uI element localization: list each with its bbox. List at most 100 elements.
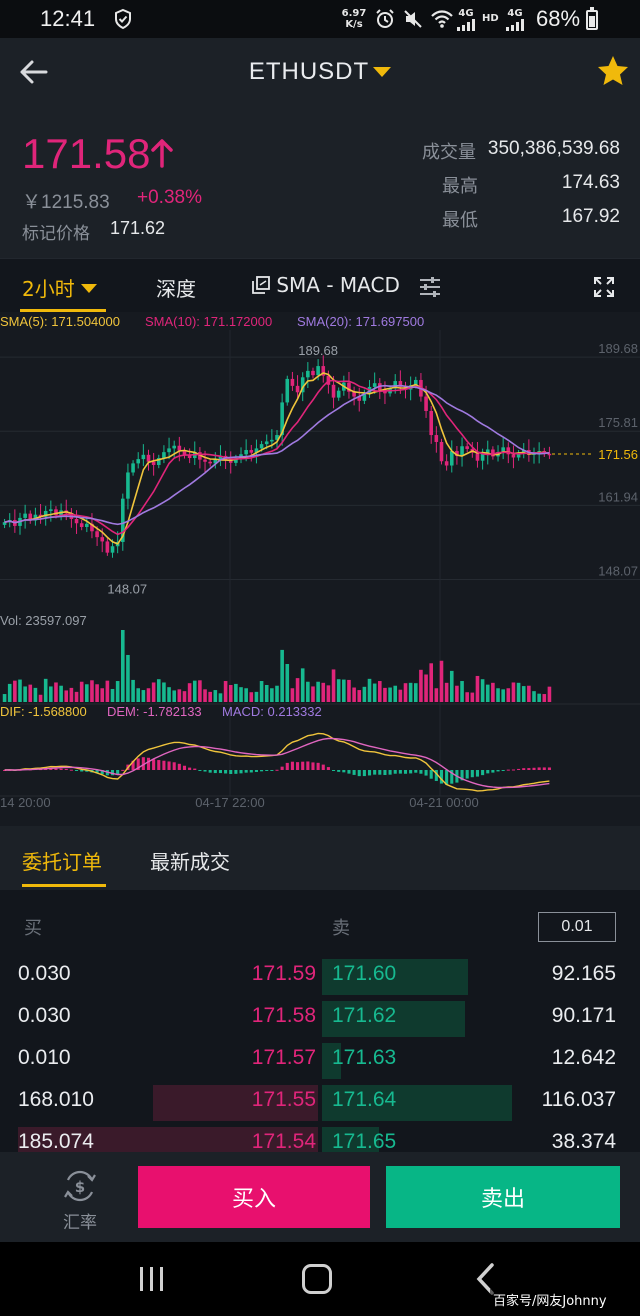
orderbook-row[interactable]: 0.010 171.57 171.63 12.642 [0, 1040, 640, 1080]
interval-label[interactable]: 2小时 [22, 277, 75, 301]
ticker-panel: 171.58 ￥1215.83 +0.38% 标记价格 171.62 成交量 3… [0, 108, 640, 258]
price-chart[interactable]: 189.68 175.81 161.94 148.07 171.56 189.68 148.… [0, 312, 640, 826]
macd-histogram-bar [326, 767, 330, 770]
tab-depth[interactable]: 深度 [156, 273, 196, 302]
ma-legend-sma5: SMA(5): 171.504000 [0, 314, 120, 329]
fullscreen-icon[interactable] [592, 275, 616, 303]
volume-bar [59, 685, 63, 702]
volume-bar [126, 654, 130, 702]
volume-bar [74, 691, 79, 702]
volume-bar [249, 692, 254, 702]
tab-open-orders[interactable]: 委托订单 [22, 846, 102, 875]
bid-price: 171.55 [251, 1088, 316, 1111]
volume-bar [177, 689, 182, 702]
macd-histogram-bar [54, 768, 58, 770]
ask-header: 卖 [332, 918, 350, 939]
volume-bar [7, 683, 12, 702]
home-icon[interactable] [302, 1264, 332, 1294]
shield-check-icon [112, 8, 134, 35]
macd-histogram-bar [177, 763, 181, 770]
chevron-down-icon[interactable] [80, 284, 97, 293]
orderbook-row[interactable]: 0.030 171.59 171.60 92.165 [0, 956, 640, 996]
candle-body [110, 546, 115, 553]
macd-histogram-bar [491, 770, 495, 773]
volume-bar [501, 689, 505, 702]
macd-histogram-bar [234, 770, 238, 774]
bid-amount: 185.074 [18, 1130, 94, 1152]
low-marker: 148.07 [107, 582, 147, 597]
clock: 12:41 [40, 6, 96, 31]
macd-histogram-bar [388, 770, 392, 775]
recent-apps-icon[interactable] [138, 1266, 166, 1292]
volume-bar [69, 687, 74, 702]
sliders-icon[interactable] [418, 275, 442, 303]
candle-body [331, 384, 336, 398]
macd-histogram-bar [254, 770, 258, 772]
volume-bar [424, 674, 428, 702]
cny-price: ￥1215.83 [22, 192, 110, 213]
indicator-label[interactable]: SMA - MACD [276, 273, 400, 297]
macd-histogram-bar [193, 768, 197, 770]
volume-bar [275, 685, 279, 702]
macd-histogram-bar [218, 770, 222, 774]
star-icon[interactable] [596, 54, 630, 88]
volume-bar [110, 688, 115, 702]
ask-amount: 12.642 [551, 1046, 616, 1069]
active-tab-indicator [22, 884, 106, 887]
symbol-selector[interactable]: ETHUSDT [0, 58, 640, 86]
volume-bar [208, 691, 212, 702]
orderbook-row[interactable]: 0.030 171.58 171.62 90.171 [0, 998, 640, 1038]
volume-bar [321, 682, 326, 702]
precision-selector[interactable]: 0.01 [538, 912, 616, 942]
interval-selector[interactable]: 2小时 [22, 273, 97, 302]
volume-bar [311, 686, 315, 702]
macd-histogram-bar [532, 767, 536, 770]
dif-line [4, 732, 550, 792]
volume-bar [23, 686, 27, 702]
indicator-selector[interactable]: SMA - MACD [252, 273, 400, 297]
macd-histogram-bar [367, 770, 372, 776]
mark-price-label: 标记价格 [22, 224, 90, 244]
candle-body [74, 518, 79, 524]
macd-histogram-bar [486, 770, 490, 774]
macd-histogram-bar [496, 770, 500, 772]
macd-histogram-bar [239, 770, 243, 774]
macd-histogram-bar [69, 769, 73, 771]
volume-bar [367, 678, 372, 702]
candle-body [465, 446, 469, 449]
sell-button[interactable]: 卖出 [386, 1166, 620, 1228]
bid-amount: 0.010 [18, 1046, 71, 1069]
orderbook-row[interactable]: 185.074 171.54 171.65 38.374 [0, 1124, 640, 1152]
volume-bar [192, 680, 197, 702]
bid-header: 买 [24, 918, 42, 939]
signal-4g-icon: 4G [456, 8, 476, 34]
volume-bar [475, 675, 480, 702]
candle-body [439, 441, 444, 462]
chevron-down-icon[interactable] [373, 66, 392, 77]
tab-latest-trades[interactable]: 最新成交 [150, 846, 230, 875]
volume-bar [295, 678, 300, 702]
macd-histogram-bar [506, 769, 510, 771]
candle-body [316, 366, 320, 376]
orderbook-row[interactable]: 168.010 171.55 171.64 116.037 [0, 1082, 640, 1122]
bid-amount: 0.030 [18, 962, 71, 985]
buy-button[interactable]: 买入 [138, 1166, 370, 1228]
volume-bar [270, 688, 274, 702]
symbol-title[interactable]: ETHUSDT [249, 58, 369, 85]
exchange-rate-button[interactable]: $ 汇率 [50, 1162, 110, 1233]
exchange-rate-label[interactable]: 汇率 [50, 1208, 110, 1233]
macd-histogram-bar [383, 770, 387, 776]
macd-histogram-bar [439, 770, 444, 784]
candle-body [172, 445, 176, 449]
macd-histogram-bar [316, 762, 320, 770]
candlestick-chart[interactable]: 189.68 175.81 161.94 148.07 171.56 189.68 148.… [0, 312, 640, 826]
macd-histogram-bar [357, 770, 361, 777]
candle-body [449, 451, 454, 466]
candle-body [136, 459, 141, 464]
macd-histogram-bar [465, 770, 469, 779]
top-app-bar: ETHUSDT [0, 38, 640, 108]
mute-icon [402, 8, 424, 35]
volume-bar [429, 663, 434, 702]
macd-legend-dif: DIF: -1.568800 [0, 704, 87, 719]
wifi-icon [430, 8, 454, 35]
